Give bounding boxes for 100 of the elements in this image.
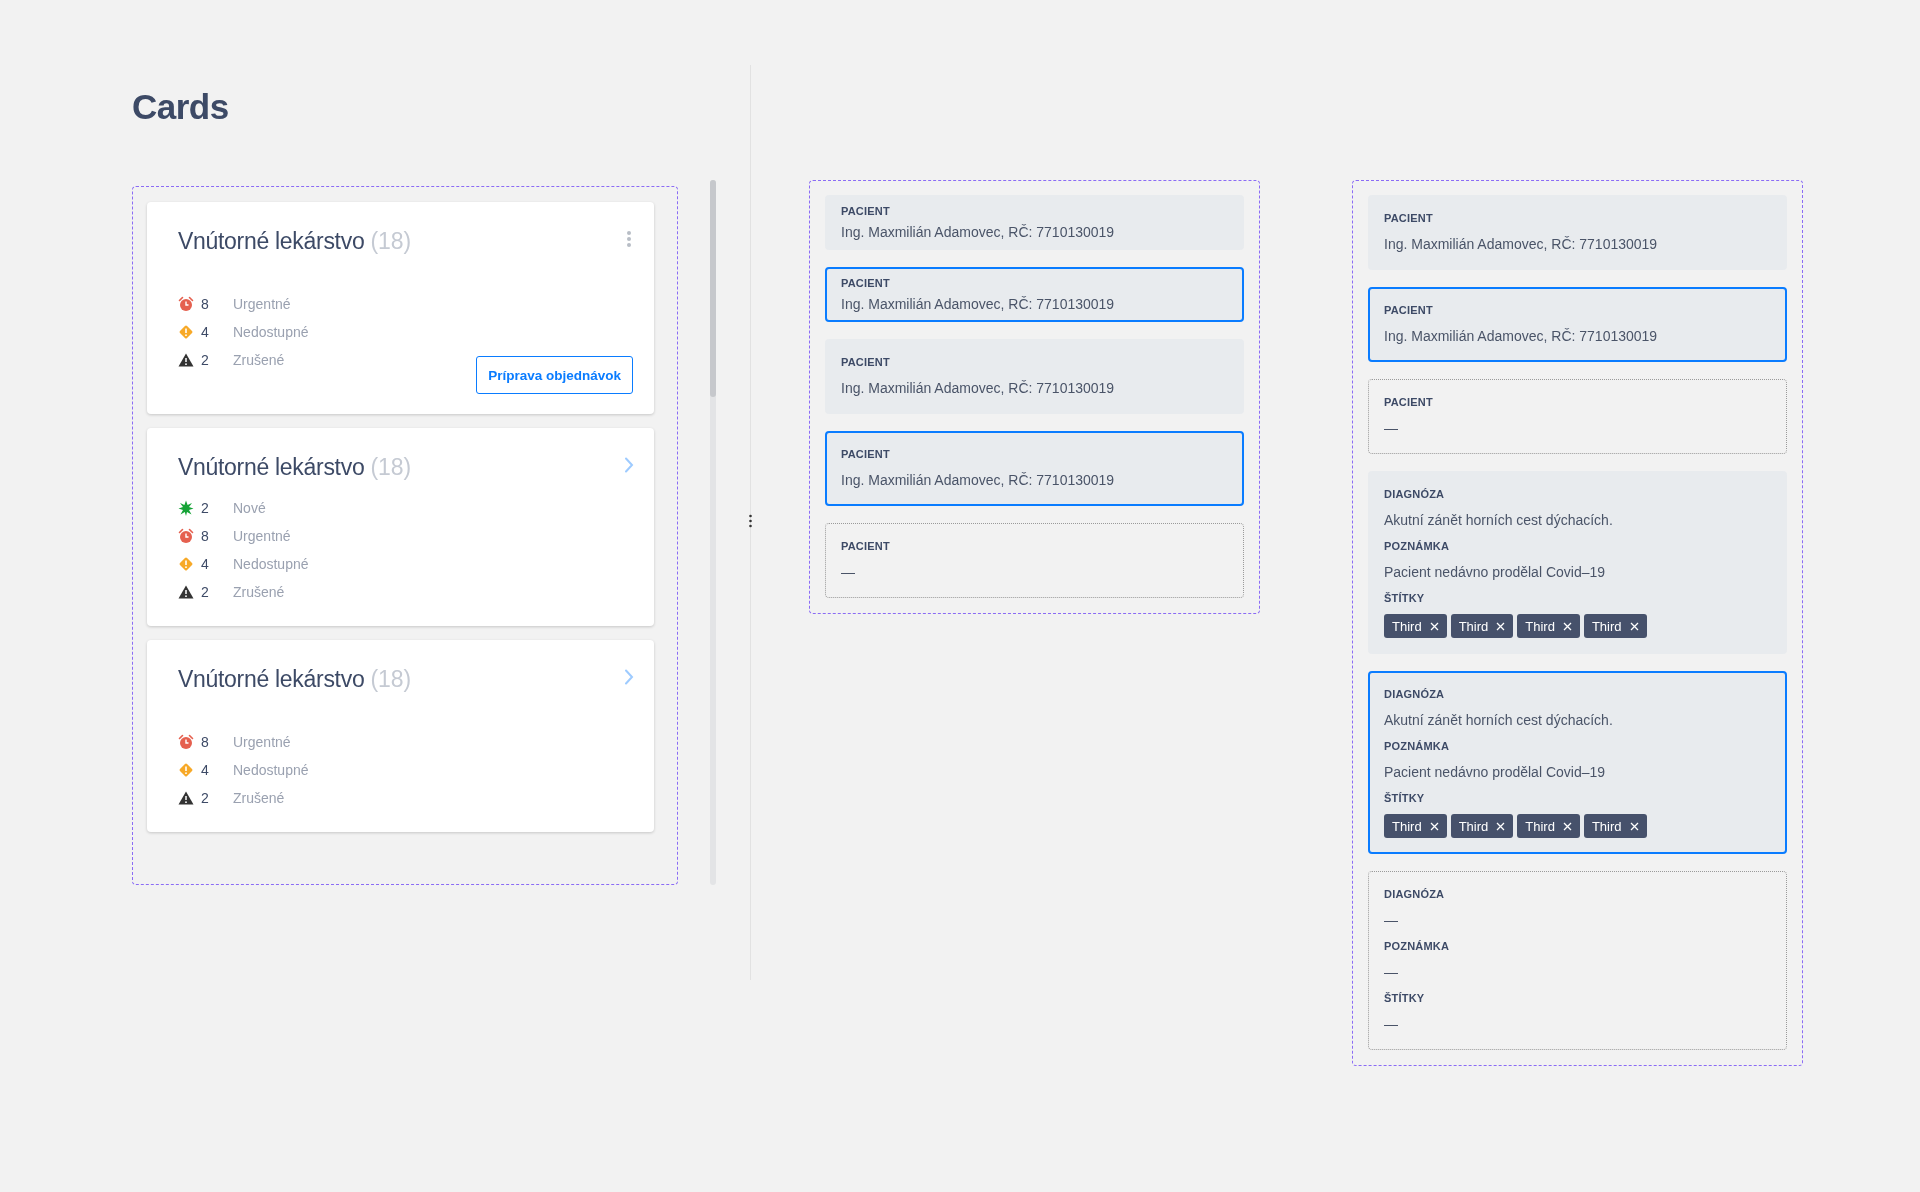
- field-label: ŠTÍTKY: [1384, 591, 1426, 605]
- close-icon[interactable]: [1629, 821, 1639, 831]
- stat-count: 8: [201, 734, 210, 750]
- info-tile[interactable]: DIAGNÓZA Akutní zánět horních cest dýchacích. POZNÁMKA Pacient nedávno prodělal Covid–19 ŠTÍTKY Third Third Third Third: [1368, 471, 1787, 654]
- field-value: Akutní zánět horních cest dýchacích.: [1384, 711, 1614, 730]
- field-value: Pacient nedávno prodělal Covid–19: [1384, 763, 1607, 782]
- tag-chip[interactable]: Third: [1450, 614, 1514, 638]
- stat-label: Zrušené: [233, 584, 285, 600]
- field-label: ŠTÍTKY: [1384, 991, 1426, 1005]
- field-value: Ing. Maxmilián Adamovec, RČ: 7710130019: [841, 379, 1116, 398]
- starburst-icon: [178, 500, 194, 516]
- info-tile[interactable]: PACIENT Ing. Maxmilián Adamovec, RČ: 7710130019: [1368, 287, 1787, 362]
- tag-chip[interactable]: Third: [1517, 814, 1580, 838]
- card-title: Vnútorné lekárstvo: [178, 665, 365, 694]
- close-icon[interactable]: [1562, 621, 1572, 631]
- stat-count: 8: [201, 528, 210, 544]
- card-count: (18): [370, 227, 412, 256]
- tag-label: Third: [1392, 818, 1422, 834]
- stat-count: 8: [201, 296, 210, 312]
- field-label: POZNÁMKA: [1384, 739, 1451, 753]
- warning-triangle-icon: [178, 584, 194, 600]
- field-value: Akutní zánět horních cest dýchacích.: [1384, 511, 1614, 530]
- stat-label: Nedostupné: [233, 762, 309, 778]
- info-tile[interactable]: PACIENT Ing. Maxmilián Adamovec, RČ: 7710130019: [825, 195, 1244, 250]
- tag-chip[interactable]: Third: [1384, 814, 1447, 838]
- stat-label: Zrušené: [233, 790, 285, 806]
- field-label: PACIENT: [841, 205, 891, 217]
- field-value: —: [1384, 1015, 1399, 1034]
- alarm-clock-icon: [178, 734, 194, 750]
- tag-label: Third: [1458, 618, 1489, 634]
- info-tile[interactable]: PACIENT Ing. Maxmilián Adamovec, RČ: 7710130019: [1368, 195, 1787, 270]
- resize-handle-icon[interactable]: [748, 514, 753, 528]
- field-label: ŠTÍTKY: [1384, 791, 1426, 805]
- stat-label: Urgentné: [233, 734, 291, 750]
- alarm-clock-icon: [178, 296, 194, 312]
- close-icon[interactable]: [1496, 621, 1506, 631]
- info-tile[interactable]: PACIENT Ing. Maxmilián Adamovec, RČ: 7710130019: [825, 431, 1244, 506]
- field-value: —: [841, 563, 856, 582]
- field-value: —: [1384, 963, 1399, 982]
- field-value: Pacient nedávno prodělal Covid–19: [1384, 563, 1607, 582]
- field-value: Ing. Maxmilián Adamovec, RČ: 7710130019: [841, 295, 1116, 314]
- tag-chip[interactable]: Third: [1583, 814, 1647, 838]
- stat-count: 4: [201, 324, 210, 340]
- field-value: Ing. Maxmilián Adamovec, RČ: 7710130019: [1384, 235, 1659, 254]
- close-icon[interactable]: [1429, 821, 1439, 831]
- field-label: PACIENT: [841, 355, 891, 369]
- field-label: POZNÁMKA: [1384, 939, 1451, 953]
- tag-chip[interactable]: Third: [1517, 614, 1580, 638]
- field-label: DIAGNÓZA: [1384, 687, 1446, 701]
- field-label: PACIENT: [841, 447, 891, 461]
- tag-chip[interactable]: Third: [1583, 614, 1647, 638]
- card-count: (18): [370, 665, 412, 694]
- stat-count: 2: [201, 500, 210, 516]
- field-value: —: [1384, 419, 1399, 438]
- field-label: PACIENT: [1384, 303, 1434, 317]
- page-title: Cards: [132, 86, 230, 128]
- tag-label: Third: [1591, 818, 1622, 834]
- tag-label: Third: [1458, 818, 1489, 834]
- close-icon[interactable]: [1429, 621, 1439, 631]
- field-label: PACIENT: [1384, 211, 1434, 225]
- tag-label: Third: [1392, 618, 1422, 634]
- close-icon[interactable]: [1496, 821, 1506, 831]
- stat-count: 2: [201, 790, 210, 806]
- info-tile[interactable]: PACIENT Ing. Maxmilián Adamovec, RČ: 7710130019: [825, 267, 1244, 322]
- alarm-clock-icon: [178, 528, 194, 544]
- field-label: PACIENT: [841, 539, 891, 553]
- field-label: POZNÁMKA: [1384, 539, 1451, 553]
- info-tile[interactable]: PACIENT Ing. Maxmilián Adamovec, RČ: 7710130019: [825, 339, 1244, 414]
- stat-count: 4: [201, 762, 210, 778]
- tag-chip[interactable]: Third: [1450, 814, 1514, 838]
- close-icon[interactable]: [1629, 621, 1639, 631]
- close-icon[interactable]: [1562, 821, 1572, 831]
- field-value: Ing. Maxmilián Adamovec, RČ: 7710130019: [841, 471, 1116, 490]
- stat-count: 2: [201, 584, 210, 600]
- field-value: Ing. Maxmilián Adamovec, RČ: 7710130019: [841, 223, 1116, 242]
- field-value: Ing. Maxmilián Adamovec, RČ: 7710130019: [1384, 327, 1659, 346]
- info-tile[interactable]: DIAGNÓZA Akutní zánět horních cest dýchacích. POZNÁMKA Pacient nedávno prodělal Covid–19 ŠTÍTKY Third Third Third Third: [1368, 671, 1787, 854]
- card[interactable]: Vnútorné lekárstvo (18) 8 Urgentné 4 Nedostupné 2 Zrušené Príprava objednávok: [147, 202, 654, 414]
- field-label: DIAGNÓZA: [1384, 887, 1446, 901]
- stat-count: 4: [201, 556, 210, 572]
- tag-label: Third: [1525, 618, 1555, 634]
- card-title: Vnútorné lekárstvo: [178, 227, 365, 256]
- card[interactable]: Vnútorné lekárstvo (18) 8 Urgentné 4 Nedostupné 2 Zrušené: [147, 640, 654, 832]
- tag-label: Third: [1591, 618, 1622, 634]
- scrollbar[interactable]: [710, 180, 716, 885]
- stat-label: Urgentné: [233, 528, 291, 544]
- stat-label: Nové: [233, 500, 266, 516]
- stat-label: Nedostupné: [233, 556, 309, 572]
- warning-triangle-icon: [178, 790, 194, 806]
- stat-label: Urgentné: [233, 296, 291, 312]
- warning-triangle-icon: [178, 352, 194, 368]
- field-label: DIAGNÓZA: [1384, 487, 1446, 501]
- stat-label: Nedostupné: [233, 324, 309, 340]
- stat-label: Zrušené: [233, 352, 285, 368]
- field-label: PACIENT: [841, 277, 891, 289]
- order-prep-button[interactable]: Príprava objednávok: [476, 356, 633, 394]
- stat-count: 2: [201, 352, 210, 368]
- field-value: —: [1384, 911, 1399, 930]
- card[interactable]: Vnútorné lekárstvo (18) 2 Nové 8 Urgentné 4 Nedostupné 2 Zrušené: [147, 428, 654, 626]
- tag-chip[interactable]: Third: [1384, 614, 1447, 638]
